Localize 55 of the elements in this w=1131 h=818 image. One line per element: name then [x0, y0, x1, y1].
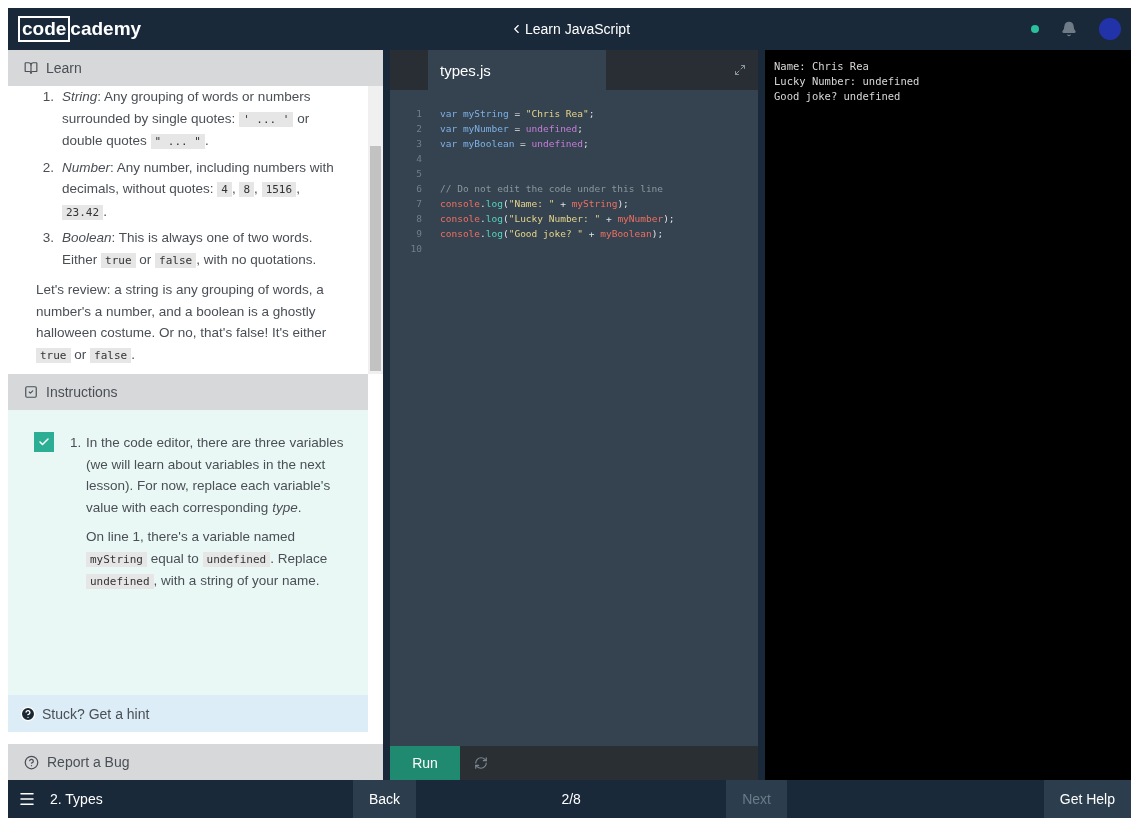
checkbox-icon	[24, 385, 38, 399]
back-button[interactable]: Back	[353, 780, 417, 818]
logo[interactable]: code cademy	[18, 16, 142, 42]
get-help-button[interactable]: Get Help	[1043, 780, 1131, 818]
file-tab[interactable]: types.js	[428, 50, 606, 90]
status-dot	[1031, 25, 1039, 33]
course-link[interactable]: Learn JavaScript	[508, 21, 631, 37]
line-number: 7	[415, 197, 423, 211]
refresh-icon[interactable]	[474, 756, 488, 770]
task-number: 1.	[70, 434, 80, 452]
output-line: Name: Chris Rea	[774, 59, 870, 74]
run-button[interactable]: Run	[390, 746, 460, 780]
line-number: 3	[415, 137, 423, 151]
learn-title: Learn	[46, 60, 82, 76]
help-icon	[24, 754, 39, 770]
lesson-paragraph: Let's review: a string is any grouping of words, a number's a number, and a boolean is a ghostly halloween costume. Or no, that's false! It's either true or false .	[36, 281, 328, 365]
output-line: Lucky Number: undefined	[774, 74, 921, 89]
hint-link[interactable]: Stuck? Get a hint	[8, 695, 368, 732]
instructions-header[interactable]: Instructions	[8, 374, 368, 410]
code-line: var myString = "Chris Rea";	[440, 107, 595, 121]
instructions-title: Instructions	[46, 384, 118, 400]
list-text: Boolean: This is always one of two words. Either true or false , with no quotations.	[62, 229, 318, 270]
code-line: var myNumber = undefined;	[440, 122, 584, 136]
bell-icon[interactable]	[1061, 21, 1077, 37]
line-number: 10	[409, 242, 423, 256]
line-number: 6	[415, 182, 423, 196]
code-line: console.log("Lucky Number: " + myNumber);	[440, 212, 675, 226]
lesson-title: 2. Types	[50, 791, 103, 807]
avatar[interactable]	[1099, 18, 1121, 40]
menu-icon	[18, 790, 36, 808]
list-text: Number: Any number, including numbers with decimals, without quotes: 4 , 8 , 1516 , 23.42 .	[62, 158, 335, 222]
report-bug-button[interactable]: Report a Bug	[8, 744, 383, 780]
task-checkbox[interactable]	[34, 432, 54, 452]
scrollbar[interactable]	[368, 86, 383, 374]
list-number: 3.	[41, 229, 54, 247]
output-line: Good joke? undefined	[774, 89, 902, 104]
lesson-menu[interactable]: 2. Types	[8, 790, 353, 808]
check-icon	[38, 436, 50, 448]
list-text: String: Any grouping of words or numbers surrounded by single quotes: ' ... ' or double quotes " ... " .	[62, 88, 312, 151]
line-number: 1	[415, 107, 423, 121]
expand-icon[interactable]	[734, 64, 746, 76]
learn-header[interactable]: Learn	[8, 50, 383, 86]
line-number: 8	[415, 212, 423, 226]
list-number: 2.	[41, 158, 54, 177]
book-icon	[24, 61, 38, 75]
code-line: console.log("Name: " + myString);	[440, 197, 629, 211]
code-line: console.log("Good joke? " + myBoolean);	[440, 227, 664, 241]
code-line: // Do not edit the code under this line	[440, 182, 664, 196]
task-text: On line 1, there's a variable named myString equal to undefined . Replace undefined , with a string of your name.	[86, 528, 329, 591]
task-text: In the code editor, there are three variables (we will learn about variables in the next lesson). For now, replace each variable's value with each corresponding type.	[86, 434, 345, 517]
code-line: var myBoolean = undefined;	[440, 137, 589, 151]
progress-text: 2/8	[560, 791, 582, 807]
list-number: 1.	[41, 88, 54, 106]
help-icon	[20, 705, 36, 722]
line-number: 2	[415, 122, 423, 136]
